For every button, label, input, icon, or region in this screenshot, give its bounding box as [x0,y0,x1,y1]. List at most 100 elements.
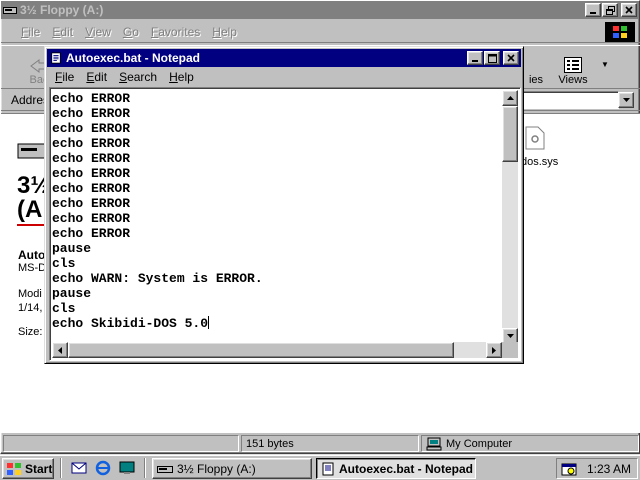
text-line: echo ERROR [52,106,131,121]
restore-button[interactable] [602,3,618,17]
arrow-right-icon [492,346,496,354]
system-tray: 1:23 AM [556,458,638,479]
folder-drive-fragment: (A [17,196,43,223]
text-line: pause [52,286,92,301]
text-line: cls [52,256,76,271]
floppy-drive-icon [3,7,17,14]
windows-flag-icon [7,462,21,475]
text-line: echo ERROR [52,121,131,136]
np-menu-search[interactable]: Search [113,70,163,84]
menu-file[interactable]: File [15,25,46,39]
quick-launch-desktop[interactable] [118,459,136,477]
status-panel-size: 151 bytes [241,435,419,452]
start-label: Start [25,461,53,476]
views-button[interactable]: Views [551,50,595,86]
selected-file-name: Auto [18,248,46,262]
notepad-text[interactable]: echo ERROR echo ERROR echo ERROR echo ERROR… [52,91,500,343]
floppy-drive-icon [157,465,173,473]
mail-icon [71,462,87,474]
vertical-scroll-thumb[interactable] [502,106,518,162]
menu-favorites[interactable]: Favorites [145,25,206,39]
text-caret [208,316,210,329]
task-notepad-label: Autoexec.bat - Notepad [339,461,474,476]
status-zone: My Computer [446,437,513,450]
views-label: Views [558,74,588,86]
text-line: echo ERROR [52,181,131,196]
taskbar-divider [144,458,146,478]
minimize-icon [472,60,478,62]
clock[interactable]: 1:23 AM [587,462,631,476]
vertical-scrollbar[interactable] [502,90,518,344]
text-line: echo ERROR [52,166,131,181]
text-line-last: echo Skibidi-DOS 5.0 [52,316,500,331]
horizontal-scrollbar[interactable] [52,342,502,358]
show-desktop-icon [119,461,135,474]
address-dropdown-button[interactable] [618,92,634,108]
computer-icon [426,437,442,450]
close-icon [625,6,633,14]
task-explorer-label: 3½ Floppy (A:) [177,461,256,476]
scheduler-icon[interactable] [561,461,577,477]
explorer-menubar: File Edit View Go Favorites Help [1,21,640,43]
size-grip[interactable] [502,342,518,358]
task-notepad[interactable]: Autoexec.bat - Notepad [316,458,476,479]
text-line: echo ERROR [52,91,131,106]
notepad-icon [322,462,334,475]
selected-file-modified-date: 1/14, [18,302,43,314]
floppy-drive-large-icon [17,143,47,159]
quick-launch-outlook[interactable] [70,459,88,477]
notepad-minimize-button[interactable] [467,51,483,65]
internet-explorer-icon [95,460,111,476]
text-line: pause [52,241,92,256]
explorer-titlebar[interactable]: 3½ Floppy (A:) [1,1,639,19]
notepad-window[interactable]: Autoexec.bat - Notepad File Edit Search … [44,46,524,364]
scroll-left-button[interactable] [52,342,68,358]
notepad-maximize-button[interactable] [484,51,500,65]
text-line: echo WARN: System is ERROR. [52,271,263,286]
menu-help[interactable]: Help [206,25,243,39]
notepad-titlebar[interactable]: Autoexec.bat - Notepad [47,49,521,67]
windows-logo-icon [605,22,635,42]
views-icon [564,57,582,73]
notepad-title: Autoexec.bat - Notepad [66,51,201,65]
notepad-text-area[interactable]: echo ERROR echo ERROR echo ERROR echo ERROR… [49,87,521,361]
properties-label: ies [528,74,543,86]
menu-edit[interactable]: Edit [46,25,79,39]
text-line: echo Skibidi-DOS 5.0 [52,316,209,331]
np-menu-file[interactable]: File [49,70,80,84]
np-menu-help[interactable]: Help [163,70,200,84]
explorer-title: 3½ Floppy (A:) [20,3,104,17]
horizontal-scroll-thumb[interactable] [68,342,454,358]
task-explorer[interactable]: 3½ Floppy (A:) [152,458,312,479]
status-size: 151 bytes [246,437,294,450]
scroll-up-button[interactable] [502,90,518,106]
taskbar-divider [60,458,62,478]
text-line: echo ERROR [52,226,131,241]
system-file-icon[interactable] [525,126,545,150]
notepad-menubar: File Edit Search Help [47,67,521,87]
menu-go[interactable]: Go [117,25,145,39]
selected-file-modified-label: Modi [18,288,42,300]
maximize-icon [487,53,497,63]
views-dropdown-icon[interactable]: ▼ [601,60,609,69]
text-line: cls [52,301,76,316]
arrow-left-icon [58,346,62,354]
start-button[interactable]: Start [2,458,54,479]
restore-icon [605,5,615,15]
status-panel-zone: My Computer [421,435,639,452]
selected-file-type: MS-D [18,262,47,274]
file-label-dos-sys[interactable]: dos.sys [521,156,558,168]
scroll-right-button[interactable] [486,342,502,358]
quick-launch-ie[interactable] [94,459,112,477]
menu-view[interactable]: View [79,25,117,39]
close-button[interactable] [621,3,637,17]
minimize-button[interactable] [585,3,601,17]
selected-file-size-label: Size: [18,326,43,338]
chevron-down-icon [622,98,630,102]
np-menu-edit[interactable]: Edit [80,70,113,84]
address-input[interactable] [521,91,619,109]
notepad-icon [51,52,61,64]
close-icon [507,54,515,62]
text-line: echo ERROR [52,211,131,226]
notepad-close-button[interactable] [503,51,519,65]
